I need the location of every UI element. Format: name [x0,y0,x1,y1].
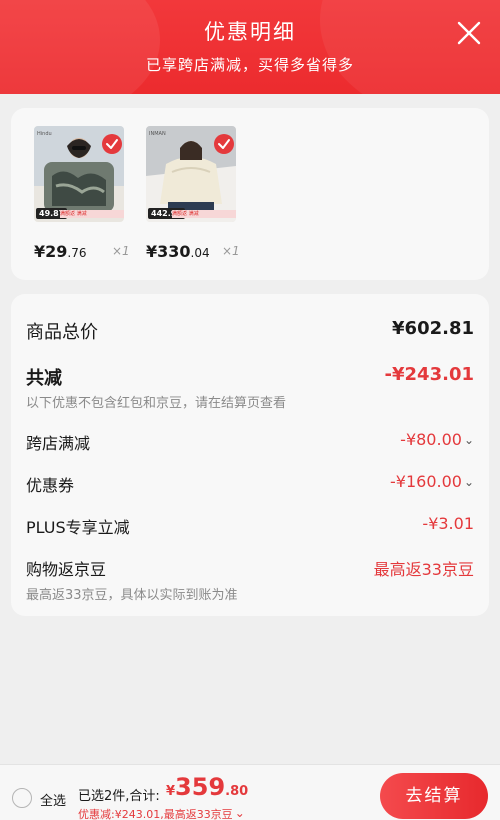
page-subtitle: 已享跨店满减，买得多省得多 [145,56,354,74]
product-quantity: ×1 [222,244,240,258]
coupon-label: 优惠券 [26,476,75,495]
checked-icon[interactable] [102,134,122,154]
close-icon[interactable] [456,20,482,46]
promo-strip: 满额返 满减 [60,210,124,218]
checked-icon[interactable] [214,134,234,154]
product-price: ¥29.76 [34,242,87,261]
total-amount: ¥359.80 [166,773,249,801]
reduce-value: -¥243.01 [384,364,474,385]
header-decoration [0,0,160,94]
product-price: ¥330.04 [146,242,210,261]
svg-text:INMAN: INMAN [149,131,166,137]
plus-value: -¥3.01 [422,514,474,533]
product-item[interactable]: Hindu 49.87 满额返 满减 [34,126,124,222]
cross-store-value[interactable]: -¥80.00 ⌄ [400,430,474,449]
jd-bean-label: 购物返京豆 [26,560,107,579]
chevron-down-icon[interactable]: ⌄ [464,433,474,447]
jd-bean-note: 最高返33京豆，具体以实际到账为准 [26,588,238,603]
promo-strip: 满额返 满减 [172,210,236,218]
product-quantity: ×1 [112,244,130,258]
header: 优惠明细 已享跨店满减，买得多省得多 [0,0,500,94]
jd-bean-value: 最高返33京豆 [373,560,474,579]
header-decoration [320,0,500,94]
discount-detail[interactable]: 优惠减:¥243.01,最高返33京豆 ⌄ [78,806,245,820]
total-value: ¥602.81 [392,318,474,339]
reduce-label: 共减 [26,368,62,389]
total-label: 商品总价 [26,322,98,343]
coupon-value[interactable]: -¥160.00 ⌄ [390,472,474,491]
select-all-label[interactable]: 全选 [40,790,66,809]
select-all-radio-icon[interactable] [12,788,32,808]
plus-label: PLUS专享立减 [26,518,130,537]
product-item[interactable]: INMAN 442.94 满额返 满减 [146,126,236,222]
chevron-down-icon[interactable]: ⌄ [464,475,474,489]
selected-count: 已选2件,合计: [78,789,160,804]
reduce-note: 以下优惠不包含红包和京豆，请在结算页查看 [26,396,287,411]
chevron-down-icon[interactable]: ⌄ [235,806,245,820]
page-title: 优惠明细 [204,20,296,44]
cross-store-label: 跨店满减 [26,434,91,453]
checkout-button[interactable]: 去结算 [380,773,488,819]
svg-text:Hindu: Hindu [37,131,52,137]
